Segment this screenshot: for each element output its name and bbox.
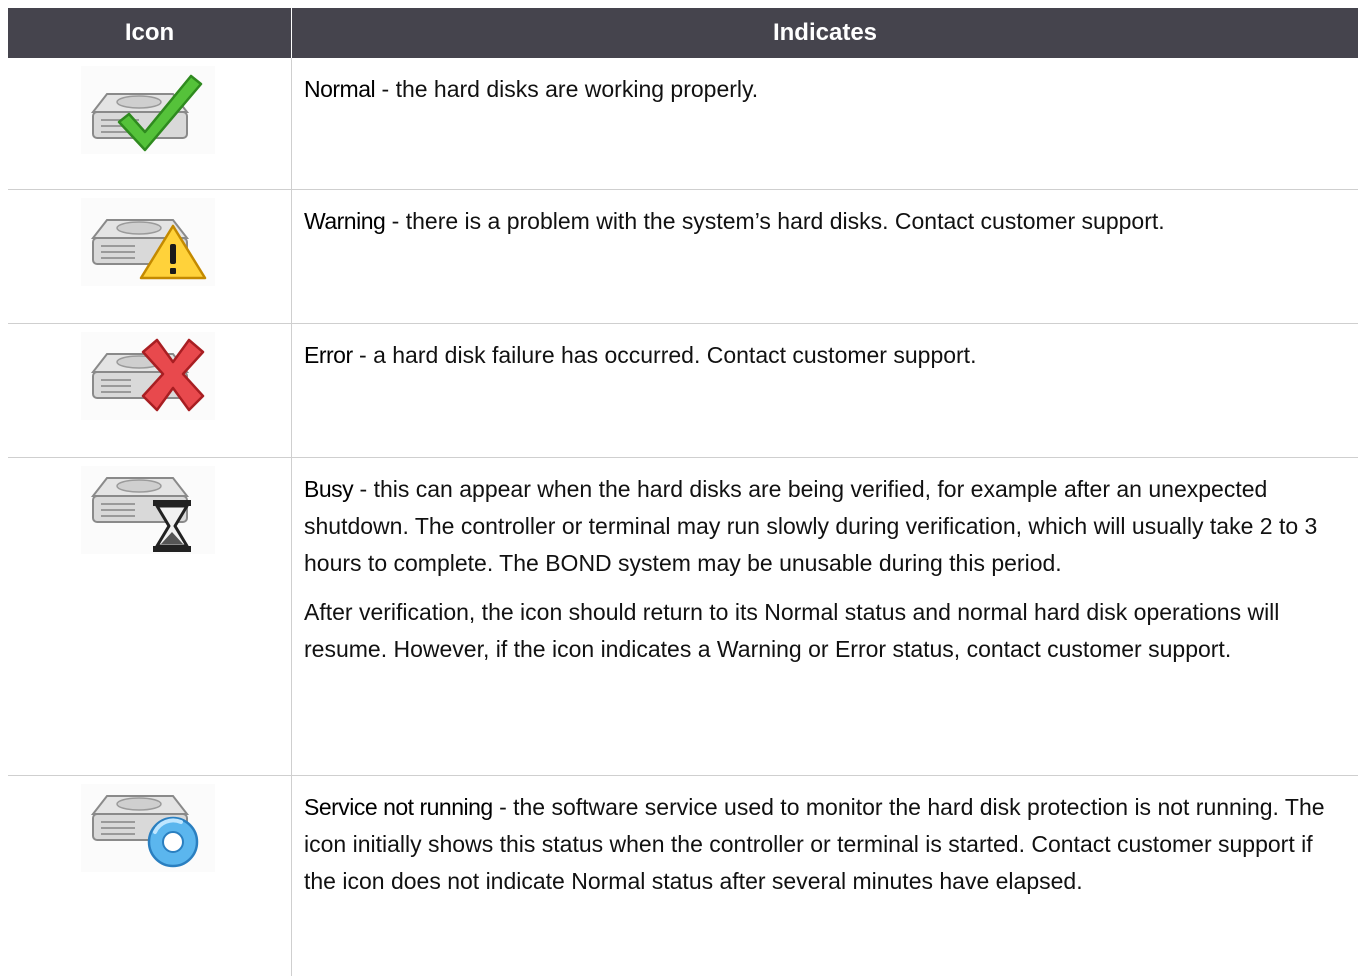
status-term: Service not running: [304, 794, 493, 820]
status-term: Warning: [304, 208, 386, 234]
description-paragraph: Normal - the hard disks are working prop…: [304, 71, 1350, 108]
table-row: Error - a hard disk failure has occurred…: [8, 324, 1358, 458]
description-paragraph: Warning - there is a problem with the sy…: [304, 203, 1350, 240]
header-icon: Icon: [8, 8, 292, 58]
table-row: Normal - the hard disks are working prop…: [8, 58, 1358, 190]
description-paragraph: After verification, the icon should retu…: [304, 599, 1280, 662]
status-term: Busy: [304, 476, 354, 502]
status-term: Error: [304, 342, 353, 368]
description-paragraph: Error - a hard disk failure has occurred…: [304, 337, 1350, 374]
hard-disk-warning-icon: [81, 198, 215, 286]
table-header: Icon Indicates: [8, 8, 1358, 58]
icon-cell: [8, 58, 292, 189]
description-cell: Service not running - the software servi…: [292, 776, 1358, 976]
header-indicates: Indicates: [772, 19, 878, 46]
description-paragraph: Busy - this can appear when the hard dis…: [304, 471, 1350, 582]
icon-cell: [8, 776, 292, 976]
hard-disk-normal-icon: [81, 66, 215, 154]
hard-disk-status-table: Icon Indicates Normal - the hard disks a…: [8, 8, 1358, 976]
status-description: - there is a problem with the system’s h…: [385, 208, 1165, 234]
table-row: Service not running - the software servi…: [8, 776, 1358, 976]
icon-cell: [8, 458, 292, 775]
status-description: - a hard disk failure has occurred. Cont…: [352, 342, 977, 368]
description-cell: Busy - this can appear when the hard dis…: [292, 458, 1358, 775]
icon-cell: [8, 190, 292, 323]
icon-cell: [8, 324, 292, 457]
table-row: Warning - there is a problem with the sy…: [8, 190, 1358, 324]
description-cell: Error - a hard disk failure has occurred…: [292, 324, 1358, 457]
status-description: - this can appear when the hard disks ar…: [304, 476, 1318, 576]
description-cell: Normal - the hard disks are working prop…: [292, 58, 1358, 189]
hard-disk-service-not-running-icon: [81, 784, 215, 872]
description-paragraph: Service not running - the software servi…: [304, 789, 1350, 900]
hard-disk-busy-icon: [81, 466, 215, 554]
hard-disk-error-icon: [81, 332, 215, 420]
status-description: - the hard disks are working properly.: [375, 76, 759, 102]
status-term: Normal: [304, 76, 376, 102]
table-row: Busy - this can appear when the hard dis…: [8, 458, 1358, 776]
description-cell: Warning - there is a problem with the sy…: [292, 190, 1358, 323]
